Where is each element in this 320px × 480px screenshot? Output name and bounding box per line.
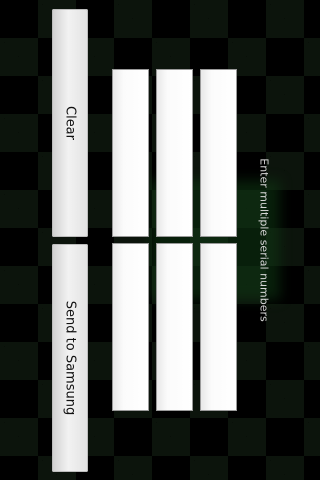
serial-field-3[interactable] xyxy=(200,69,237,237)
serial-field-6[interactable] xyxy=(200,243,237,411)
app-screen: Clear Send to Samsung Enter multiple ser… xyxy=(0,0,320,480)
send-button-label: Send to Samsung xyxy=(62,300,78,416)
serial-field-2[interactable] xyxy=(156,69,193,237)
send-to-samsung-button[interactable]: Send to Samsung xyxy=(52,244,88,472)
clear-button[interactable]: Clear xyxy=(52,9,88,237)
serial-field-4[interactable] xyxy=(112,243,149,411)
screen-title: Enter multiple serial numbers xyxy=(257,158,271,322)
serial-field-5[interactable] xyxy=(156,243,193,411)
clear-button-label: Clear xyxy=(62,106,78,140)
serial-field-1[interactable] xyxy=(112,69,149,237)
